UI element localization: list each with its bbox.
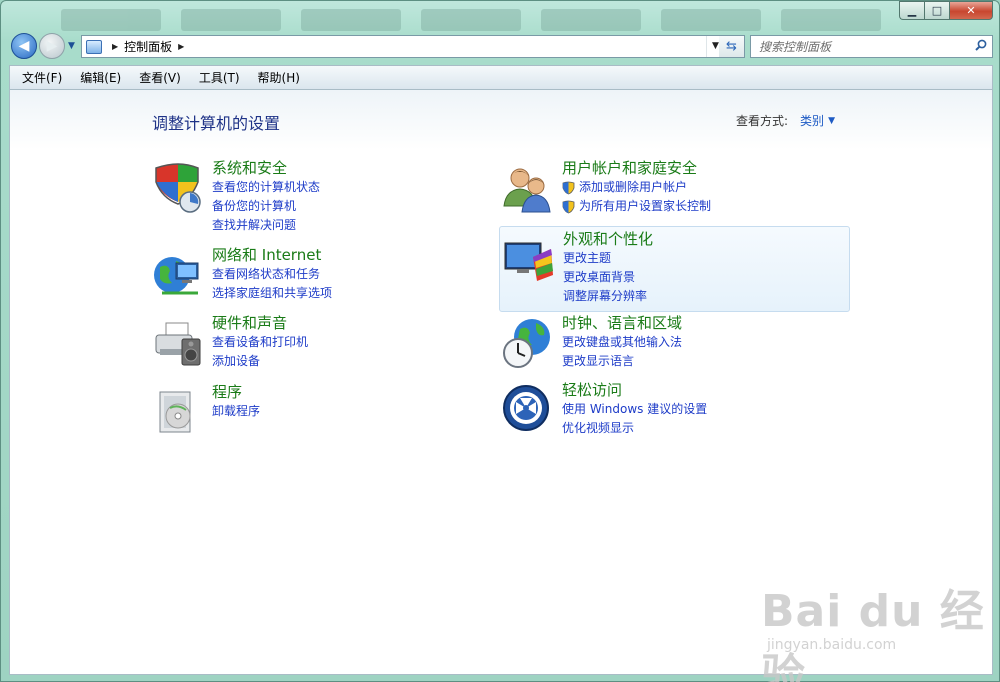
category-appearance[interactable]: 外观和个性化 更改主题 更改桌面背景 调整屏幕分辨率: [499, 226, 850, 312]
view-by: 查看方式: 类别 ▼: [736, 112, 835, 129]
breadcrumb-separator-icon[interactable]: ▶: [112, 42, 118, 51]
refresh-button[interactable]: ⇆: [719, 35, 745, 58]
baidu-watermark: Bai du 经验: [761, 586, 985, 682]
category-title[interactable]: 用户帐户和家庭安全: [562, 158, 711, 178]
link-view-network-status[interactable]: 查看网络状态和任务: [212, 265, 332, 284]
category-network-internet: 网络和 Internet 查看网络状态和任务 选择家庭组和共享选项: [152, 245, 502, 321]
baidu-watermark-url: jingyan.baidu.com: [767, 637, 897, 653]
link-change-display-language[interactable]: 更改显示语言: [562, 352, 682, 371]
arrow-right-icon: ▶: [46, 38, 58, 54]
menu-tools[interactable]: 工具(T): [191, 67, 248, 88]
link-desktop-background[interactable]: 更改桌面背景: [563, 268, 653, 287]
search-input[interactable]: [759, 39, 970, 54]
arrow-left-icon: ◀: [18, 38, 30, 54]
close-button[interactable]: ✕: [949, 1, 993, 20]
address-bar[interactable]: ▶ 控制面板 ▶ ▼: [81, 35, 725, 58]
shield-icon[interactable]: [152, 162, 204, 214]
printer-icon[interactable]: [152, 317, 204, 369]
link-change-theme[interactable]: 更改主题: [563, 249, 653, 268]
link-windows-recommended-settings[interactable]: 使用 Windows 建议的设置: [562, 400, 707, 419]
link-screen-resolution[interactable]: 调整屏幕分辨率: [563, 287, 653, 306]
category-clock-language-region: 时钟、语言和区域 更改键盘或其他输入法 更改显示语言: [502, 313, 852, 389]
menu-bar: 文件(F) 编辑(E) 查看(V) 工具(T) 帮助(H): [9, 65, 993, 89]
category-title[interactable]: 系统和安全: [212, 158, 320, 178]
link-add-device[interactable]: 添加设备: [212, 352, 308, 371]
recent-pages-dropdown[interactable]: ▼: [68, 41, 75, 51]
category-title[interactable]: 网络和 Internet: [212, 245, 332, 265]
search-box[interactable]: [750, 35, 993, 58]
chevron-down-icon[interactable]: ▼: [828, 116, 835, 126]
link-change-keyboard-input[interactable]: 更改键盘或其他输入法: [562, 333, 682, 352]
ease-of-access-icon[interactable]: [502, 384, 554, 436]
control-panel-icon: [86, 39, 102, 54]
page-title: 调整计算机的设置: [152, 114, 281, 133]
category-programs: 程序 卸载程序: [152, 382, 502, 458]
programs-icon[interactable]: [152, 386, 204, 438]
link-text[interactable]: 为所有用户设置家长控制: [579, 197, 711, 216]
breadcrumb-control-panel[interactable]: 控制面板: [124, 38, 172, 55]
users-icon[interactable]: [502, 162, 554, 214]
view-by-selector[interactable]: 类别: [800, 112, 824, 129]
navigation-bar: ◀ ▶ ▼ ▶ 控制面板 ▶ ▼ ⇆: [9, 31, 993, 61]
uac-shield-icon: [562, 200, 575, 213]
uac-shield-icon: [562, 181, 575, 194]
menu-help[interactable]: 帮助(H): [250, 67, 308, 88]
menu-edit[interactable]: 编辑(E): [72, 67, 129, 88]
back-button[interactable]: ◀: [11, 33, 37, 59]
menu-view[interactable]: 查看(V): [131, 67, 189, 88]
control-panel-window: ▁ □ ✕ ◀ ▶ ▼ ▶ 控制面板 ▶ ▼ ⇆ 文件(F) 编辑(E: [0, 0, 1000, 682]
appearance-icon[interactable]: [503, 235, 555, 287]
link-parental-controls[interactable]: 为所有用户设置家长控制: [562, 197, 711, 216]
globe-network-icon[interactable]: [152, 249, 204, 301]
link-devices-printers[interactable]: 查看设备和打印机: [212, 333, 308, 352]
breadcrumb-separator-icon[interactable]: ▶: [178, 42, 184, 51]
link-backup-computer[interactable]: 备份您的计算机: [212, 197, 320, 216]
view-by-label: 查看方式:: [736, 114, 789, 128]
category-title[interactable]: 外观和个性化: [563, 229, 653, 249]
refresh-icon: ⇆: [726, 39, 737, 54]
minimize-button[interactable]: ▁: [899, 1, 924, 20]
maximize-button[interactable]: □: [924, 1, 949, 20]
link-view-computer-status[interactable]: 查看您的计算机状态: [212, 178, 320, 197]
link-find-fix-problems[interactable]: 查找并解决问题: [212, 216, 320, 235]
link-optimize-visual-display[interactable]: 优化视频显示: [562, 419, 707, 438]
category-ease-of-access: 轻松访问 使用 Windows 建议的设置 优化视频显示: [502, 380, 852, 456]
category-system-security: 系统和安全 查看您的计算机状态 备份您的计算机 查找并解决问题: [152, 158, 502, 234]
link-homegroup-sharing[interactable]: 选择家庭组和共享选项: [212, 284, 332, 303]
category-user-accounts: 用户帐户和家庭安全 添加或删除用户帐户 为所有用户设置家长控制: [502, 158, 852, 234]
category-title[interactable]: 硬件和声音: [212, 313, 308, 333]
clock-globe-icon[interactable]: [502, 317, 554, 369]
category-hardware-sound: 硬件和声音 查看设备和打印机 添加设备: [152, 313, 502, 389]
forward-button[interactable]: ▶: [39, 33, 65, 59]
background-glass-blur: [61, 9, 881, 31]
category-title[interactable]: 程序: [212, 382, 260, 402]
menu-file[interactable]: 文件(F): [14, 67, 70, 88]
category-title[interactable]: 时钟、语言和区域: [562, 313, 682, 333]
link-uninstall-program[interactable]: 卸载程序: [212, 402, 260, 421]
search-icon[interactable]: [970, 39, 992, 55]
category-title[interactable]: 轻松访问: [562, 380, 707, 400]
link-add-remove-accounts[interactable]: 添加或删除用户帐户: [562, 178, 711, 197]
caption-buttons: ▁ □ ✕: [899, 1, 993, 21]
link-text[interactable]: 添加或删除用户帐户: [579, 178, 687, 197]
